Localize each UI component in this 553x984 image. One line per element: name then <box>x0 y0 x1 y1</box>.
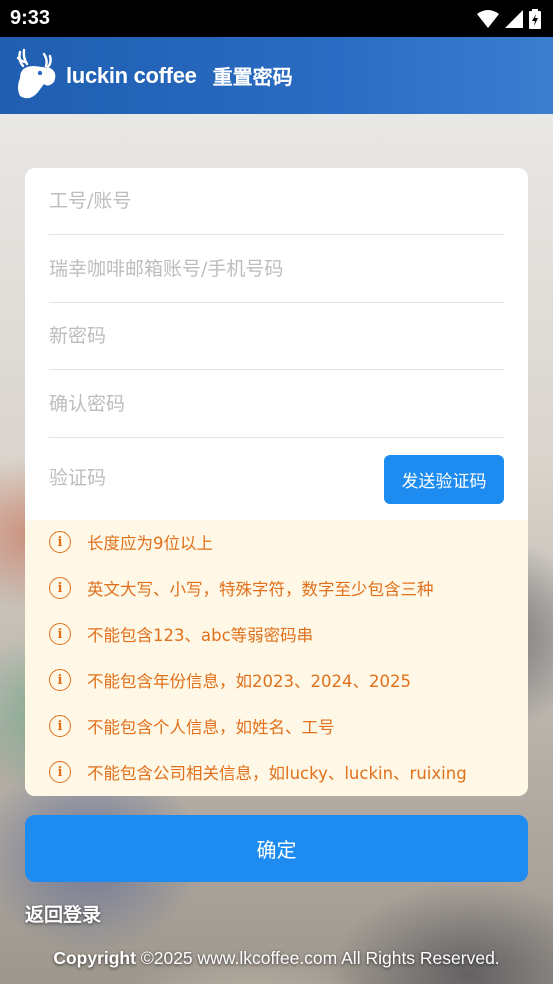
employee-id-field <box>49 168 504 235</box>
verification-code-input[interactable] <box>49 466 379 489</box>
verification-code-field <box>49 444 379 511</box>
info-icon: i <box>49 761 71 783</box>
employee-id-input[interactable] <box>49 190 504 212</box>
reset-form-card: 发送验证码 i 长度应为9位以上 i 英文大写、小写，特殊字符，数字至少包含三种… <box>25 168 528 796</box>
rule-item: i 不能包含年份信息，如2023、2024、2025 <box>49 665 411 695</box>
info-icon: i <box>49 669 71 691</box>
info-icon: i <box>49 715 71 737</box>
rule-text: 不能包含123、abc等弱密码串 <box>87 626 314 645</box>
new-password-input[interactable] <box>49 325 504 347</box>
wifi-icon <box>477 9 499 28</box>
info-icon: i <box>49 623 71 645</box>
status-time: 9:33 <box>10 7 51 29</box>
luckin-logo-icon <box>16 48 56 98</box>
new-password-field <box>49 303 504 370</box>
back-to-login-link[interactable]: 返回登录 <box>25 900 101 927</box>
rule-item: i 不能包含公司相关信息，如lucky、luckin、ruixing <box>49 757 467 787</box>
rule-text: 不能包含公司相关信息，如lucky、luckin、ruixing <box>87 764 467 783</box>
copyright-text: ©2025 www.lkcoffee.com All Rights Reserv… <box>140 948 500 968</box>
email-phone-field <box>49 236 504 303</box>
status-bar: 9:33 <box>0 0 553 37</box>
send-code-button[interactable]: 发送验证码 <box>384 455 504 504</box>
rule-item: i 不能包含个人信息，如姓名、工号 <box>49 711 335 741</box>
status-icons <box>477 8 541 29</box>
rule-text: 不能包含年份信息，如2023、2024、2025 <box>87 672 411 691</box>
brand-name: luckin coffee <box>66 62 197 88</box>
copyright-label: Copyright <box>53 948 136 968</box>
rule-item: i 不能包含123、abc等弱密码串 <box>49 619 313 649</box>
confirm-password-input[interactable] <box>49 393 504 415</box>
info-icon: i <box>49 577 71 599</box>
password-rules-panel: i 长度应为9位以上 i 英文大写、小写，特殊字符，数字至少包含三种 i 不能包… <box>25 520 528 796</box>
app-header: luckin coffee 重置密码 <box>0 37 553 114</box>
rule-text: 英文大写、小写，特殊字符，数字至少包含三种 <box>87 580 434 599</box>
copyright-footer: Copyright ©2025 www.lkcoffee.com All Rig… <box>0 948 553 969</box>
signal-icon <box>505 9 523 28</box>
battery-icon <box>529 8 541 29</box>
confirm-password-field <box>49 371 504 438</box>
confirm-button[interactable]: 确定 <box>25 815 528 882</box>
rule-text: 不能包含个人信息，如姓名、工号 <box>87 718 335 737</box>
rule-text: 长度应为9位以上 <box>87 534 213 553</box>
rule-item: i 长度应为9位以上 <box>49 527 213 557</box>
info-icon: i <box>49 531 71 553</box>
rule-item: i 英文大写、小写，特殊字符，数字至少包含三种 <box>49 573 434 603</box>
email-phone-input[interactable] <box>49 258 504 280</box>
page-title: 重置密码 <box>212 65 293 89</box>
